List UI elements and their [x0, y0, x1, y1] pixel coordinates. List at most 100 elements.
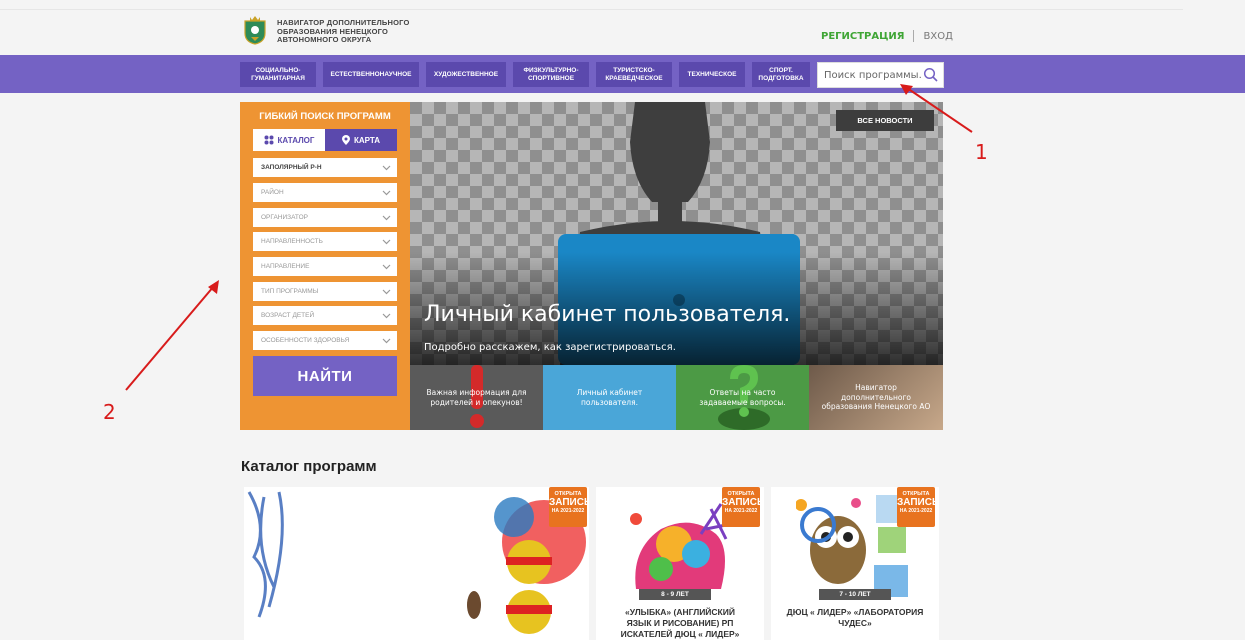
- search-icon[interactable]: [923, 67, 939, 83]
- badge-bottom-text: НА 2021-2022: [551, 508, 585, 514]
- program-card[interactable]: ОТКРЫТА ЗАПИСЬ НА 2021-2022 7 - 10 ЛЕТ Д…: [771, 487, 939, 640]
- chevron-down-icon: [382, 215, 391, 221]
- select-orientation[interactable]: НАПРАВЛЕННОСТЬ: [253, 232, 397, 251]
- badge-bottom-text: НА 2021-2022: [724, 508, 758, 514]
- tab-catalog[interactable]: КАТАЛОГ: [253, 129, 325, 151]
- badge-mid-text: ЗАПИСЬ: [549, 497, 589, 508]
- nav-label: ХУДОЖЕСТВЕННОЕ: [433, 70, 499, 78]
- news-thumb-navigator[interactable]: Навигатор дополнительного образования Не…: [809, 365, 943, 430]
- enrollment-open-badge: ОТКРЫТА ЗАПИСЬ НА 2021-2022: [722, 487, 764, 527]
- logo-line-3: АВТОНОМНОГО ОКРУГА: [277, 35, 372, 44]
- thumb-label: Личный кабинет пользователя.: [576, 388, 643, 407]
- select-placeholder: ТИП ПРОГРАММЫ: [261, 288, 319, 295]
- select-placeholder: ОРГАНИЗАТОР: [261, 214, 309, 221]
- thumb-label: Навигатор дополнительного образования Не…: [821, 383, 931, 412]
- card-title-line: ЯЗЫК И РИСОВАНИЕ) РП: [626, 618, 734, 628]
- program-card[interactable]: ОТКРЫТА ЗАПИСЬ НА 2021-2022 8 - 9 ЛЕТ «У…: [596, 487, 764, 640]
- select-placeholder: ОСОБЕННОСТИ ЗДОРОВЬЯ: [261, 337, 350, 344]
- tab-catalog-label: КАТАЛОГ: [277, 135, 315, 145]
- select-municipality[interactable]: ЗАПОЛЯРНЫЙ Р-Н: [253, 158, 397, 177]
- nav-label: ЕСТЕСТВЕННОНАУЧНОЕ: [330, 70, 412, 78]
- select-organizer[interactable]: ОРГАНИЗАТОР: [253, 208, 397, 227]
- select-placeholder: РАЙОН: [261, 189, 284, 196]
- enrollment-open-badge: ОТКРЫТА ЗАПИСЬ НА 2021-2022: [549, 487, 589, 527]
- nav-technical[interactable]: ТЕХНИЧЕСКОЕ: [679, 62, 745, 87]
- site-logo-text[interactable]: НАВИГАТОР ДОПОЛНИТЕЛЬНОГО ОБРАЗОВАНИЯ НЕ…: [277, 18, 410, 45]
- banner-subtitle: Подробно расскажем, как зарегистрировать…: [424, 342, 676, 353]
- nav-label: ПОДГОТОВКА: [758, 74, 804, 82]
- news-thumb-info-parents[interactable]: Важная информация для родителей и опекун…: [410, 365, 543, 430]
- nav-artistic[interactable]: ХУДОЖЕСТВЕННОЕ: [426, 62, 506, 87]
- tab-map[interactable]: КАРТА: [325, 129, 397, 151]
- chevron-down-icon: [382, 239, 391, 245]
- badge-mid-text: ЗАПИСЬ: [897, 497, 939, 508]
- nav-label: СОЦИАЛЬНО-: [255, 67, 301, 74]
- program-search-input[interactable]: [824, 67, 922, 83]
- auth-separator: [913, 30, 915, 42]
- all-news-button[interactable]: ВСЕ НОВОСТИ: [836, 110, 934, 131]
- card-title-line: ЧУДЕС»: [838, 618, 872, 628]
- chevron-down-icon: [382, 264, 391, 270]
- news-thumb-faq[interactable]: Ответы на часто задаваемые вопросы.: [676, 365, 809, 430]
- nav-tourism-local-history[interactable]: ТУРИСТСКО- КРАЕВЕДЧЕСКОЕ: [596, 62, 672, 87]
- annotation-arrow-2: [125, 285, 215, 391]
- nav-sport-training[interactable]: СПОРТ. ПОДГОТОВКА: [752, 62, 810, 87]
- login-link[interactable]: ВХОД: [923, 31, 952, 42]
- program-search: [817, 62, 944, 88]
- nav-label: ТЕХНИЧЕСКОЕ: [687, 70, 737, 78]
- select-district[interactable]: РАЙОН: [253, 183, 397, 202]
- nav-label: КРАЕВЕДЧЕСКОЕ: [605, 74, 663, 82]
- program-card[interactable]: ОТКРЫТА ЗАПИСЬ НА 2021-2022: [244, 487, 589, 640]
- enrollment-open-badge: ОТКРЫТА ЗАПИСЬ НА 2021-2022: [897, 487, 939, 527]
- select-placeholder: ВОЗРАСТ ДЕТЕЙ: [261, 312, 315, 319]
- badge-bottom-text: НА 2021-2022: [899, 508, 933, 514]
- chevron-down-icon: [382, 338, 391, 344]
- filter-panel-title: ГИБКИЙ ПОИСК ПРОГРАММ: [259, 111, 391, 122]
- nav-physical-sports[interactable]: ФИЗКУЛЬТУРНО- СПОРТИВНОЕ: [513, 62, 589, 87]
- chevron-down-icon: [382, 289, 391, 295]
- map-pin-icon: [341, 135, 350, 145]
- news-thumbnails: Важная информация для родителей и опекун…: [410, 365, 943, 430]
- card-title-line: ИСКАТЕЛЕЙ ДЮЦ « ЛИДЕР»: [620, 629, 740, 639]
- thumb-label: Важная информация для родителей и опекун…: [426, 388, 527, 407]
- annotation-label-1: 1: [975, 140, 988, 164]
- program-card-title[interactable]: ДЮЦ « ЛИДЕР» «ЛАБОРАТОРИЯ ЧУДЕС»: [771, 607, 939, 629]
- badge-mid-text: ЗАПИСЬ: [722, 497, 764, 508]
- age-range-badge: 7 - 10 ЛЕТ: [819, 589, 891, 600]
- program-card-title[interactable]: «УЛЫБКА» (АНГЛИЙСКИЙ ЯЗЫК И РИСОВАНИЕ) Р…: [596, 607, 764, 640]
- select-placeholder: НАПРАВЛЕННОСТЬ: [261, 238, 323, 245]
- chevron-down-icon: [382, 313, 391, 319]
- thumb-label: Ответы на часто задаваемые вопросы.: [699, 388, 786, 407]
- nav-social-humanitarian[interactable]: СОЦИАЛЬНО- ГУМАНИТАРНАЯ: [240, 62, 316, 87]
- nav-label: СПОРТ.: [769, 67, 793, 74]
- chevron-down-icon: [382, 190, 391, 196]
- nav-label: ФИЗКУЛЬТУРНО-: [523, 67, 579, 74]
- news-thumb-personal-cabinet[interactable]: Личный кабинет пользователя.: [543, 365, 676, 430]
- news-banner[interactable]: ВСЕ НОВОСТИ Личный кабинет пользователя.…: [410, 102, 943, 365]
- find-button[interactable]: НАЙТИ: [253, 356, 397, 396]
- select-direction[interactable]: НАПРАВЛЕНИЕ: [253, 257, 397, 276]
- arrowhead-2-icon: [208, 280, 219, 294]
- grid-icon: [264, 135, 274, 145]
- header: [0, 10, 1245, 55]
- coat-of-arms-icon[interactable]: [243, 15, 267, 45]
- select-value: ЗАПОЛЯРНЫЙ Р-Н: [261, 164, 322, 171]
- select-health-features[interactable]: ОСОБЕННОСТИ ЗДОРОВЬЯ: [253, 331, 397, 350]
- annotation-label-2: 2: [103, 400, 116, 424]
- banner-title: Личный кабинет пользователя.: [424, 302, 791, 327]
- select-child-age[interactable]: ВОЗРАСТ ДЕТЕЙ: [253, 306, 397, 325]
- auth-links: РЕГИСТРАЦИЯ ВХОД: [821, 30, 953, 42]
- program-image-paints: [247, 491, 586, 634]
- nav-natural-science[interactable]: ЕСТЕСТВЕННОНАУЧНОЕ: [323, 62, 419, 87]
- age-range-badge: 8 - 9 ЛЕТ: [639, 589, 711, 600]
- register-link[interactable]: РЕГИСТРАЦИЯ: [821, 31, 904, 42]
- select-placeholder: НАПРАВЛЕНИЕ: [261, 263, 310, 270]
- card-title-line: ДЮЦ « ЛИДЕР» «ЛАБОРАТОРИЯ: [786, 607, 924, 617]
- chevron-down-icon: [382, 165, 391, 171]
- catalog-title: Каталог программ: [241, 458, 377, 475]
- select-program-type[interactable]: ТИП ПРОГРАММЫ: [253, 282, 397, 301]
- nav-label: СПОРТИВНОЕ: [527, 74, 575, 82]
- tab-map-label: КАРТА: [353, 135, 381, 145]
- nav-label: ГУМАНИТАРНАЯ: [251, 74, 305, 82]
- nav-label: ТУРИСТСКО-: [613, 67, 655, 74]
